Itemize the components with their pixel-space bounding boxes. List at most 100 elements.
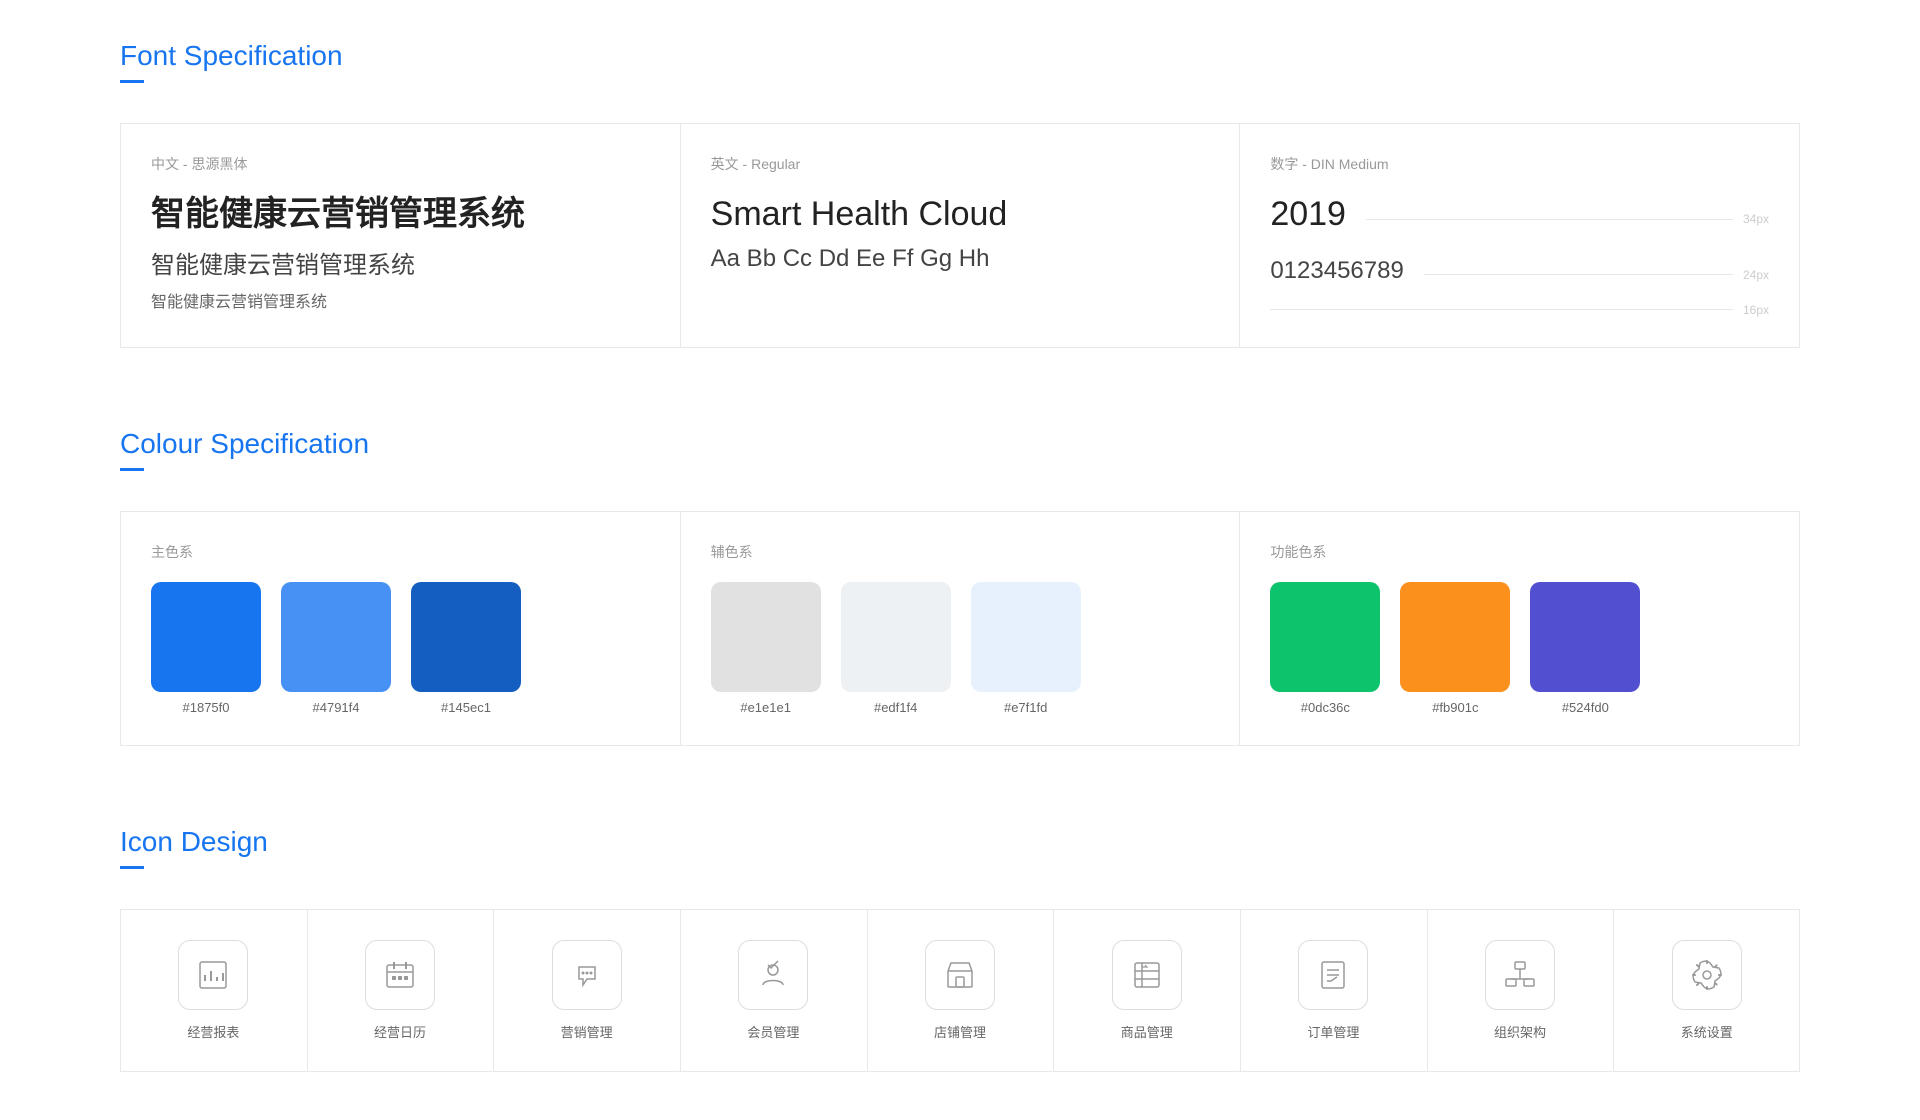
colour-col-secondary: 辅色系 #e1e1e1 #edf1f4 #e7f1fd — [680, 512, 1240, 746]
swatch-box-524fd0 — [1530, 582, 1640, 692]
icon-label-org: 组织架构 — [1494, 1022, 1546, 1041]
hex-e7f1fd: #e7f1fd — [1004, 700, 1047, 715]
hex-1875f0: #1875f0 — [183, 700, 230, 715]
swatch-145ec1: #145ec1 — [411, 582, 521, 715]
icon-box-product — [1112, 940, 1182, 1010]
icon-label-member: 会员管理 — [747, 1022, 799, 1041]
product-icon — [1129, 957, 1165, 993]
icon-box-settings — [1672, 940, 1742, 1010]
icon-item-settings: 系统设置 — [1613, 910, 1800, 1072]
icon-label-product: 商品管理 — [1121, 1022, 1173, 1041]
icon-item-report: 经营报表 — [120, 910, 307, 1072]
icon-item-product: 商品管理 — [1053, 910, 1240, 1072]
store-icon — [942, 957, 978, 993]
hex-0dc36c: #0dc36c — [1301, 700, 1350, 715]
swatch-e1e1e1: #e1e1e1 — [711, 582, 821, 715]
settings-icon — [1689, 957, 1725, 993]
secondary-swatches: #e1e1e1 #edf1f4 #e7f1fd — [711, 582, 1210, 715]
swatch-fb901c: #fb901c — [1400, 582, 1510, 715]
icon-item-marketing: 营销管理 — [493, 910, 680, 1072]
colour-spec-grid: 主色系 #1875f0 #4791f4 #145ec1 — [120, 511, 1800, 746]
swatch-box-4791f4 — [281, 582, 391, 692]
member-icon — [755, 957, 791, 993]
swatch-box-0dc36c — [1270, 582, 1380, 692]
icon-label-calendar: 经营日历 — [374, 1022, 426, 1041]
marketing-icon — [569, 957, 605, 993]
org-icon — [1502, 957, 1538, 993]
icon-box-marketing — [552, 940, 622, 1010]
report-icon — [195, 957, 231, 993]
swatch-box-1875f0 — [151, 582, 261, 692]
icon-box-org — [1485, 940, 1555, 1010]
icon-label-marketing: 营销管理 — [561, 1022, 613, 1041]
functional-swatches: #0dc36c #fb901c #524fd0 — [1270, 582, 1769, 715]
size-16px: 16px — [1743, 303, 1769, 317]
font-demo-small-chinese: 智能健康云营销管理系统 — [151, 288, 650, 312]
secondary-label: 辅色系 — [711, 542, 1210, 562]
icon-item-store: 店铺管理 — [867, 910, 1054, 1072]
font-demo-large-number: 2019 — [1270, 194, 1346, 235]
swatch-edf1f4: #edf1f4 — [841, 582, 951, 715]
swatch-1875f0: #1875f0 — [151, 582, 261, 715]
colour-col-functional: 功能色系 #0dc36c #fb901c #524fd0 — [1239, 512, 1799, 746]
hex-edf1f4: #edf1f4 — [874, 700, 917, 715]
primary-label: 主色系 — [151, 542, 650, 562]
font-spec-title: Font Specification — [120, 40, 1800, 72]
hex-145ec1: #145ec1 — [441, 700, 491, 715]
font-demo-medium-english: Aa Bb Cc Dd Ee Ff Gg Hh — [711, 245, 1210, 273]
swatch-524fd0: #524fd0 — [1530, 582, 1640, 715]
icon-box-store — [925, 940, 995, 1010]
size-34px: 34px — [1743, 212, 1769, 226]
swatch-box-fb901c — [1400, 582, 1510, 692]
icon-box-order — [1298, 940, 1368, 1010]
font-demo-large-english: Smart Health Cloud — [711, 194, 1210, 235]
icon-label-report: 经营报表 — [187, 1022, 239, 1041]
swatch-4791f4: #4791f4 — [281, 582, 391, 715]
size-24px: 24px — [1743, 268, 1769, 282]
hex-e1e1e1: #e1e1e1 — [740, 700, 791, 715]
colour-spec-title: Colour Specification — [120, 428, 1800, 460]
icon-item-calendar: 经营日历 — [307, 910, 494, 1072]
hex-fb901c: #fb901c — [1432, 700, 1478, 715]
order-icon — [1315, 957, 1351, 993]
font-demo-large-chinese: 智能健康云营销管理系统 — [151, 194, 650, 235]
icon-design-title: Icon Design — [120, 826, 1800, 858]
swatch-0dc36c: #0dc36c — [1270, 582, 1380, 715]
icon-box-report — [178, 940, 248, 1010]
icon-grid: 经营报表 经营日历 — [120, 909, 1800, 1072]
hex-4791f4: #4791f4 — [313, 700, 360, 715]
swatch-e7f1fd: #e7f1fd — [971, 582, 1081, 715]
icon-box-member — [738, 940, 808, 1010]
swatch-box-145ec1 — [411, 582, 521, 692]
hex-524fd0: #524fd0 — [1562, 700, 1609, 715]
font-col-english: 英文 - Regular Smart Health Cloud Aa Bb Cc… — [680, 124, 1240, 348]
primary-swatches: #1875f0 #4791f4 #145ec1 — [151, 582, 650, 715]
swatch-box-e1e1e1 — [711, 582, 821, 692]
swatch-box-edf1f4 — [841, 582, 951, 692]
page: Font Specification 中文 - 思源黑体 智能健康云营销管理系统… — [0, 0, 1920, 1120]
icon-design-underline — [120, 866, 144, 869]
icon-label-store: 店铺管理 — [934, 1022, 986, 1041]
font-spec-section: Font Specification 中文 - 思源黑体 智能健康云营销管理系统… — [120, 0, 1800, 348]
font-spec-underline — [120, 80, 144, 83]
colour-spec-section: Colour Specification 主色系 #1875f0 #4791f4 — [120, 388, 1800, 746]
icon-box-calendar — [365, 940, 435, 1010]
icon-label-order: 订单管理 — [1307, 1022, 1359, 1041]
icon-item-order: 订单管理 — [1240, 910, 1427, 1072]
font-col-number: 数字 - DIN Medium 2019 34px 0123456789 24p… — [1239, 124, 1799, 348]
icon-design-section: Icon Design 经营报表 — [120, 786, 1800, 1072]
icon-label-settings: 系统设置 — [1681, 1022, 1733, 1041]
icon-item-org: 组织架构 — [1427, 910, 1614, 1072]
colour-spec-underline — [120, 468, 144, 471]
font-label-english: 英文 - Regular — [711, 154, 1210, 174]
font-label-chinese: 中文 - 思源黑体 — [151, 154, 650, 174]
colour-col-primary: 主色系 #1875f0 #4791f4 #145ec1 — [120, 512, 680, 746]
calendar-icon — [382, 957, 418, 993]
font-demo-medium-number: 0123456789 — [1270, 257, 1403, 285]
font-demo-medium-chinese: 智能健康云营销管理系统 — [151, 245, 650, 280]
functional-label: 功能色系 — [1270, 542, 1769, 562]
font-col-chinese: 中文 - 思源黑体 智能健康云营销管理系统 智能健康云营销管理系统 智能健康云营… — [120, 124, 680, 348]
font-label-number: 数字 - DIN Medium — [1270, 154, 1769, 174]
swatch-box-e7f1fd — [971, 582, 1081, 692]
icon-item-member: 会员管理 — [680, 910, 867, 1072]
